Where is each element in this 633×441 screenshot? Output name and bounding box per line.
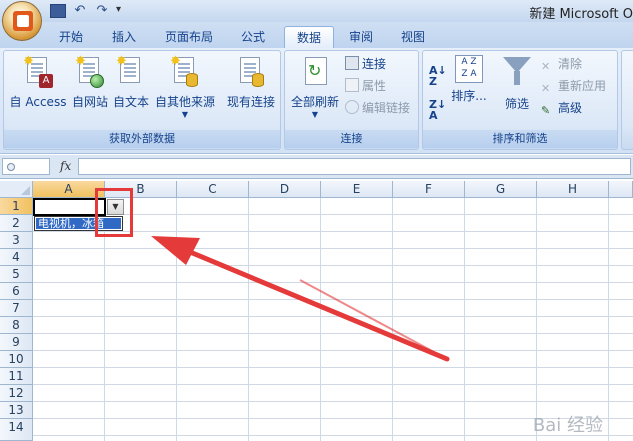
clear-button[interactable]: ✕ 清除: [541, 55, 582, 73]
row-header[interactable]: 9: [0, 334, 33, 351]
tab-page-layout[interactable]: 页面布局: [158, 26, 220, 48]
tab-data[interactable]: 数据: [284, 26, 334, 48]
row-header[interactable]: 12: [0, 385, 33, 402]
from-text-label: 自文本: [112, 95, 149, 109]
text-file-icon: ✸: [116, 55, 146, 89]
access-icon: ✸ A: [23, 55, 53, 89]
tab-insert[interactable]: 插入: [103, 26, 145, 48]
connections-button[interactable]: 连接: [345, 55, 386, 73]
connections-icon: [345, 56, 359, 70]
refresh-all-button[interactable]: 全部刷新 ▼: [287, 55, 343, 119]
reapply-icon: ✕: [541, 82, 551, 95]
chevron-down-icon: ▼: [311, 110, 319, 119]
group-get-external-data: ✸ A 自 Access ✸ 自网站 ✸ 自文本 ✸ 自其他来源 ▼ 现有连接 获…: [3, 50, 281, 150]
ribbon: ✸ A 自 Access ✸ 自网站 ✸ 自文本 ✸ 自其他来源 ▼ 现有连接 获…: [0, 48, 633, 154]
from-other-sources-button[interactable]: ✸ 自其他来源 ▼: [152, 55, 218, 119]
redo-icon[interactable]: ↷: [94, 4, 110, 18]
row-header[interactable]: 6: [0, 283, 33, 300]
row-header[interactable]: 7: [0, 300, 33, 317]
properties-button[interactable]: 属性: [345, 77, 386, 95]
row-header[interactable]: 14: [0, 419, 33, 441]
tab-home[interactable]: 开始: [50, 26, 92, 48]
tab-review[interactable]: 审阅: [340, 26, 382, 48]
row-header[interactable]: 8: [0, 317, 33, 334]
refresh-icon: [300, 55, 330, 89]
column-header-c[interactable]: C: [177, 181, 249, 198]
group-label-sort-filter: 排序和筛选: [423, 130, 617, 148]
from-text-button[interactable]: ✸ 自文本: [110, 55, 152, 110]
group-data-tools-partial: [621, 50, 633, 150]
sort-button[interactable]: A ZZ A 排序...: [449, 55, 489, 104]
advanced-button[interactable]: ✎ 高级: [541, 99, 582, 117]
formula-input[interactable]: [78, 158, 631, 175]
from-access-label: 自 Access: [9, 95, 67, 109]
sort-descending-icon[interactable]: Z↓ A: [429, 99, 446, 121]
from-other-sources-label: 自其他来源: [154, 95, 215, 109]
sort-icon: A ZZ A: [455, 55, 483, 83]
row-header[interactable]: 13: [0, 402, 33, 419]
group-sort-filter: A↓ Z Z↓ A A ZZ A 排序... 筛选 ✕ 清除 ✕ 重新应用 ✎ 高级 排序…: [422, 50, 618, 150]
office-button[interactable]: [2, 1, 42, 41]
filter-icon: [502, 57, 532, 91]
filter-label: 筛选: [504, 97, 529, 111]
from-web-label: 自网站: [71, 95, 108, 109]
row-header[interactable]: 5: [0, 266, 33, 283]
from-access-button[interactable]: ✸ A 自 Access: [6, 55, 70, 110]
ribbon-tabs: 开始 插入 页面布局 公式 数据 审阅 视图: [0, 22, 633, 48]
annotation-highlight-box: [95, 188, 133, 237]
edit-links-button[interactable]: 编辑链接: [345, 99, 410, 117]
tab-view[interactable]: 视图: [392, 26, 434, 48]
web-icon: ✸: [75, 55, 105, 89]
window-title: 新建 Microsoft O: [529, 7, 633, 22]
office-logo-icon: [13, 11, 33, 31]
customize-toolbar-icon[interactable]: ▾: [116, 4, 132, 18]
tab-formulas[interactable]: 公式: [232, 26, 274, 48]
row-header[interactable]: 4: [0, 249, 33, 266]
group-connections: 全部刷新 ▼ 连接 属性 编辑链接 连接: [284, 50, 419, 150]
watermark: Bai 经验: [532, 415, 603, 436]
reapply-button[interactable]: ✕ 重新应用: [541, 77, 606, 95]
chevron-down-icon: ▼: [181, 110, 189, 119]
row-header[interactable]: 3: [0, 232, 33, 249]
title-bar: ↶ ↷ ▾ 新建 Microsoft O: [0, 0, 633, 22]
advanced-filter-icon: ✎: [541, 104, 551, 117]
name-box[interactable]: [2, 158, 50, 175]
quick-access-toolbar: ↶ ↷ ▾: [50, 2, 132, 20]
existing-connections-label: 现有连接: [226, 95, 275, 109]
row-header[interactable]: 2: [0, 215, 33, 232]
filter-button[interactable]: 筛选: [497, 55, 537, 112]
insert-function-icon[interactable]: fx: [60, 159, 71, 173]
sort-ascending-icon[interactable]: A↓ Z: [429, 65, 447, 87]
save-icon[interactable]: [50, 4, 66, 18]
other-sources-icon: ✸: [170, 55, 200, 89]
clear-filter-icon: ✕: [541, 60, 551, 73]
column-header-g[interactable]: G: [465, 181, 537, 198]
select-all-corner[interactable]: [0, 181, 33, 198]
link-icon: [345, 100, 359, 114]
undo-icon[interactable]: ↶: [72, 4, 88, 18]
row-header[interactable]: 1: [0, 198, 33, 215]
properties-icon: [345, 78, 359, 92]
existing-connections-button[interactable]: 现有连接: [224, 55, 278, 110]
existing-connections-icon: [236, 55, 266, 89]
refresh-all-label: 全部刷新: [290, 95, 339, 109]
row-header[interactable]: 11: [0, 368, 33, 385]
row-header[interactable]: 10: [0, 351, 33, 368]
from-web-button[interactable]: ✸ 自网站: [68, 55, 112, 110]
column-header-e[interactable]: E: [321, 181, 393, 198]
name-box-handle-icon: [7, 163, 15, 171]
column-header-f[interactable]: F: [393, 181, 465, 198]
column-header-partial[interactable]: [609, 181, 633, 198]
group-label-connections: 连接: [285, 130, 418, 148]
group-label-external-data: 获取外部数据: [4, 130, 280, 148]
formula-bar: fx: [0, 155, 633, 179]
sort-label: 排序...: [451, 89, 487, 103]
column-header-h[interactable]: H: [537, 181, 609, 198]
column-header-d[interactable]: D: [249, 181, 321, 198]
